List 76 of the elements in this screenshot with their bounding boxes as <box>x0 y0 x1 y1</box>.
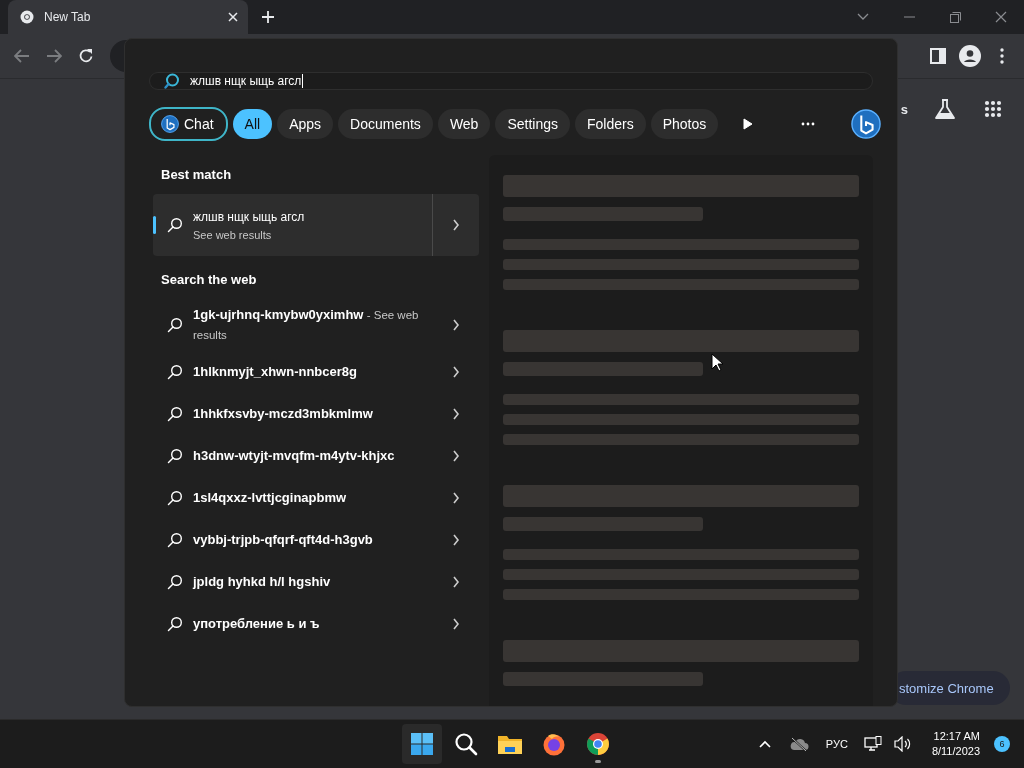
web-result[interactable]: h3dnw-wtyjt-mvqfm-m4ytv-khjxc <box>193 446 423 466</box>
back-icon[interactable] <box>14 49 30 63</box>
search-icon <box>167 448 183 464</box>
bing-icon <box>161 115 179 133</box>
filter-tab[interactable]: Web <box>437 109 491 139</box>
sidebar-icon[interactable] <box>930 48 946 64</box>
search-icon <box>167 317 183 333</box>
notification-badge[interactable]: 6 <box>994 736 1010 752</box>
search-icon <box>167 364 183 380</box>
restore-icon[interactable] <box>949 11 961 23</box>
filter-tab[interactable]: All <box>232 109 273 139</box>
bing-icon <box>851 109 882 139</box>
volume-icon[interactable] <box>893 736 912 752</box>
firefox-icon[interactable] <box>542 732 566 756</box>
chevron-right-icon[interactable] <box>452 576 460 588</box>
best-match-item[interactable]: жлшв нщк ыщь агсл See web results <box>153 194 479 256</box>
search-icon <box>164 73 180 89</box>
filter-tab[interactable]: Folders <box>575 109 646 139</box>
chevron-right-icon[interactable] <box>452 492 460 504</box>
reload-icon[interactable] <box>78 48 94 64</box>
result-subtitle: See web results <box>193 228 273 241</box>
menu-icon[interactable] <box>1000 48 1004 64</box>
section-heading: Best match <box>160 166 233 184</box>
network-icon[interactable] <box>863 736 882 752</box>
filter-tab[interactable]: Documents <box>338 109 433 139</box>
clock-time[interactable]: 12:17 AM <box>933 729 980 744</box>
taskbar-button[interactable] <box>402 724 442 764</box>
web-result[interactable]: 1gk-ujrhnq-kmybw0yximhw - See web results <box>193 305 423 345</box>
chrome-logo-icon <box>20 10 34 24</box>
chevron-up-icon[interactable] <box>758 740 771 748</box>
close-icon[interactable] <box>995 11 1007 23</box>
chrome-icon[interactable] <box>586 732 610 756</box>
search-icon <box>167 532 183 548</box>
search-icon <box>167 217 183 233</box>
search-icon <box>167 490 183 506</box>
filter-tab[interactable]: Apps <box>277 109 334 139</box>
language-indicator[interactable]: РУС <box>825 738 848 750</box>
filter-tab[interactable]: Settings <box>495 109 570 139</box>
chevron-right-icon[interactable] <box>452 366 460 378</box>
web-result[interactable]: jpldg hyhkd h/l hgshiv <box>193 572 423 592</box>
chevron-right-icon[interactable] <box>452 534 460 546</box>
folder-icon[interactable] <box>497 733 523 755</box>
web-result[interactable]: 1hhkfxsvby-mczd3mbkmlmw <box>193 404 423 424</box>
more-icon[interactable] <box>801 122 816 126</box>
chat-button[interactable]: Chat <box>149 107 228 141</box>
forward-icon[interactable] <box>46 49 62 63</box>
new-tab-icon[interactable] <box>261 10 275 24</box>
flask-icon[interactable] <box>934 98 956 120</box>
web-result[interactable]: 1hlknmyjt_xhwn-nnbcer8g <box>193 362 423 382</box>
search-icon <box>167 574 183 590</box>
chevron-down-icon[interactable] <box>857 13 869 21</box>
chevron-right-icon[interactable] <box>452 219 460 231</box>
images-link[interactable]: s <box>900 101 908 117</box>
search-icon <box>167 406 183 422</box>
web-result[interactable]: vybbj-trjpb-qfqrf-qft4d-h3gvb <box>193 530 423 550</box>
cloud-off-icon[interactable] <box>788 737 809 751</box>
mouse-pointer-icon <box>711 353 723 372</box>
windows-start-icon[interactable] <box>410 732 434 756</box>
browser-tab[interactable]: New Tab <box>8 0 248 34</box>
search-icon[interactable] <box>454 732 478 756</box>
web-result[interactable]: употребление ь и ъ <box>193 614 423 634</box>
search-icon <box>167 616 183 632</box>
chevron-right-icon[interactable] <box>452 408 460 420</box>
chevron-right-icon[interactable] <box>452 319 460 331</box>
filter-tab[interactable]: Photos <box>650 109 719 139</box>
result-title: жлшв нщк ыщь агсл <box>193 209 305 224</box>
apps-grid-icon[interactable] <box>984 100 1002 118</box>
clock-date[interactable]: 8/11/2023 <box>931 744 980 759</box>
chevron-right-icon[interactable] <box>452 618 460 630</box>
play-icon[interactable] <box>743 118 754 130</box>
search-field[interactable]: жлшв нщк ыщь агсл <box>149 72 873 90</box>
profile-icon[interactable] <box>959 45 981 67</box>
section-heading: Search the web <box>160 271 258 289</box>
chevron-right-icon[interactable] <box>452 450 460 462</box>
web-result[interactable]: 1sl4qxxz-lvttjcginapbmw <box>193 488 423 508</box>
selection-accent <box>153 216 156 234</box>
